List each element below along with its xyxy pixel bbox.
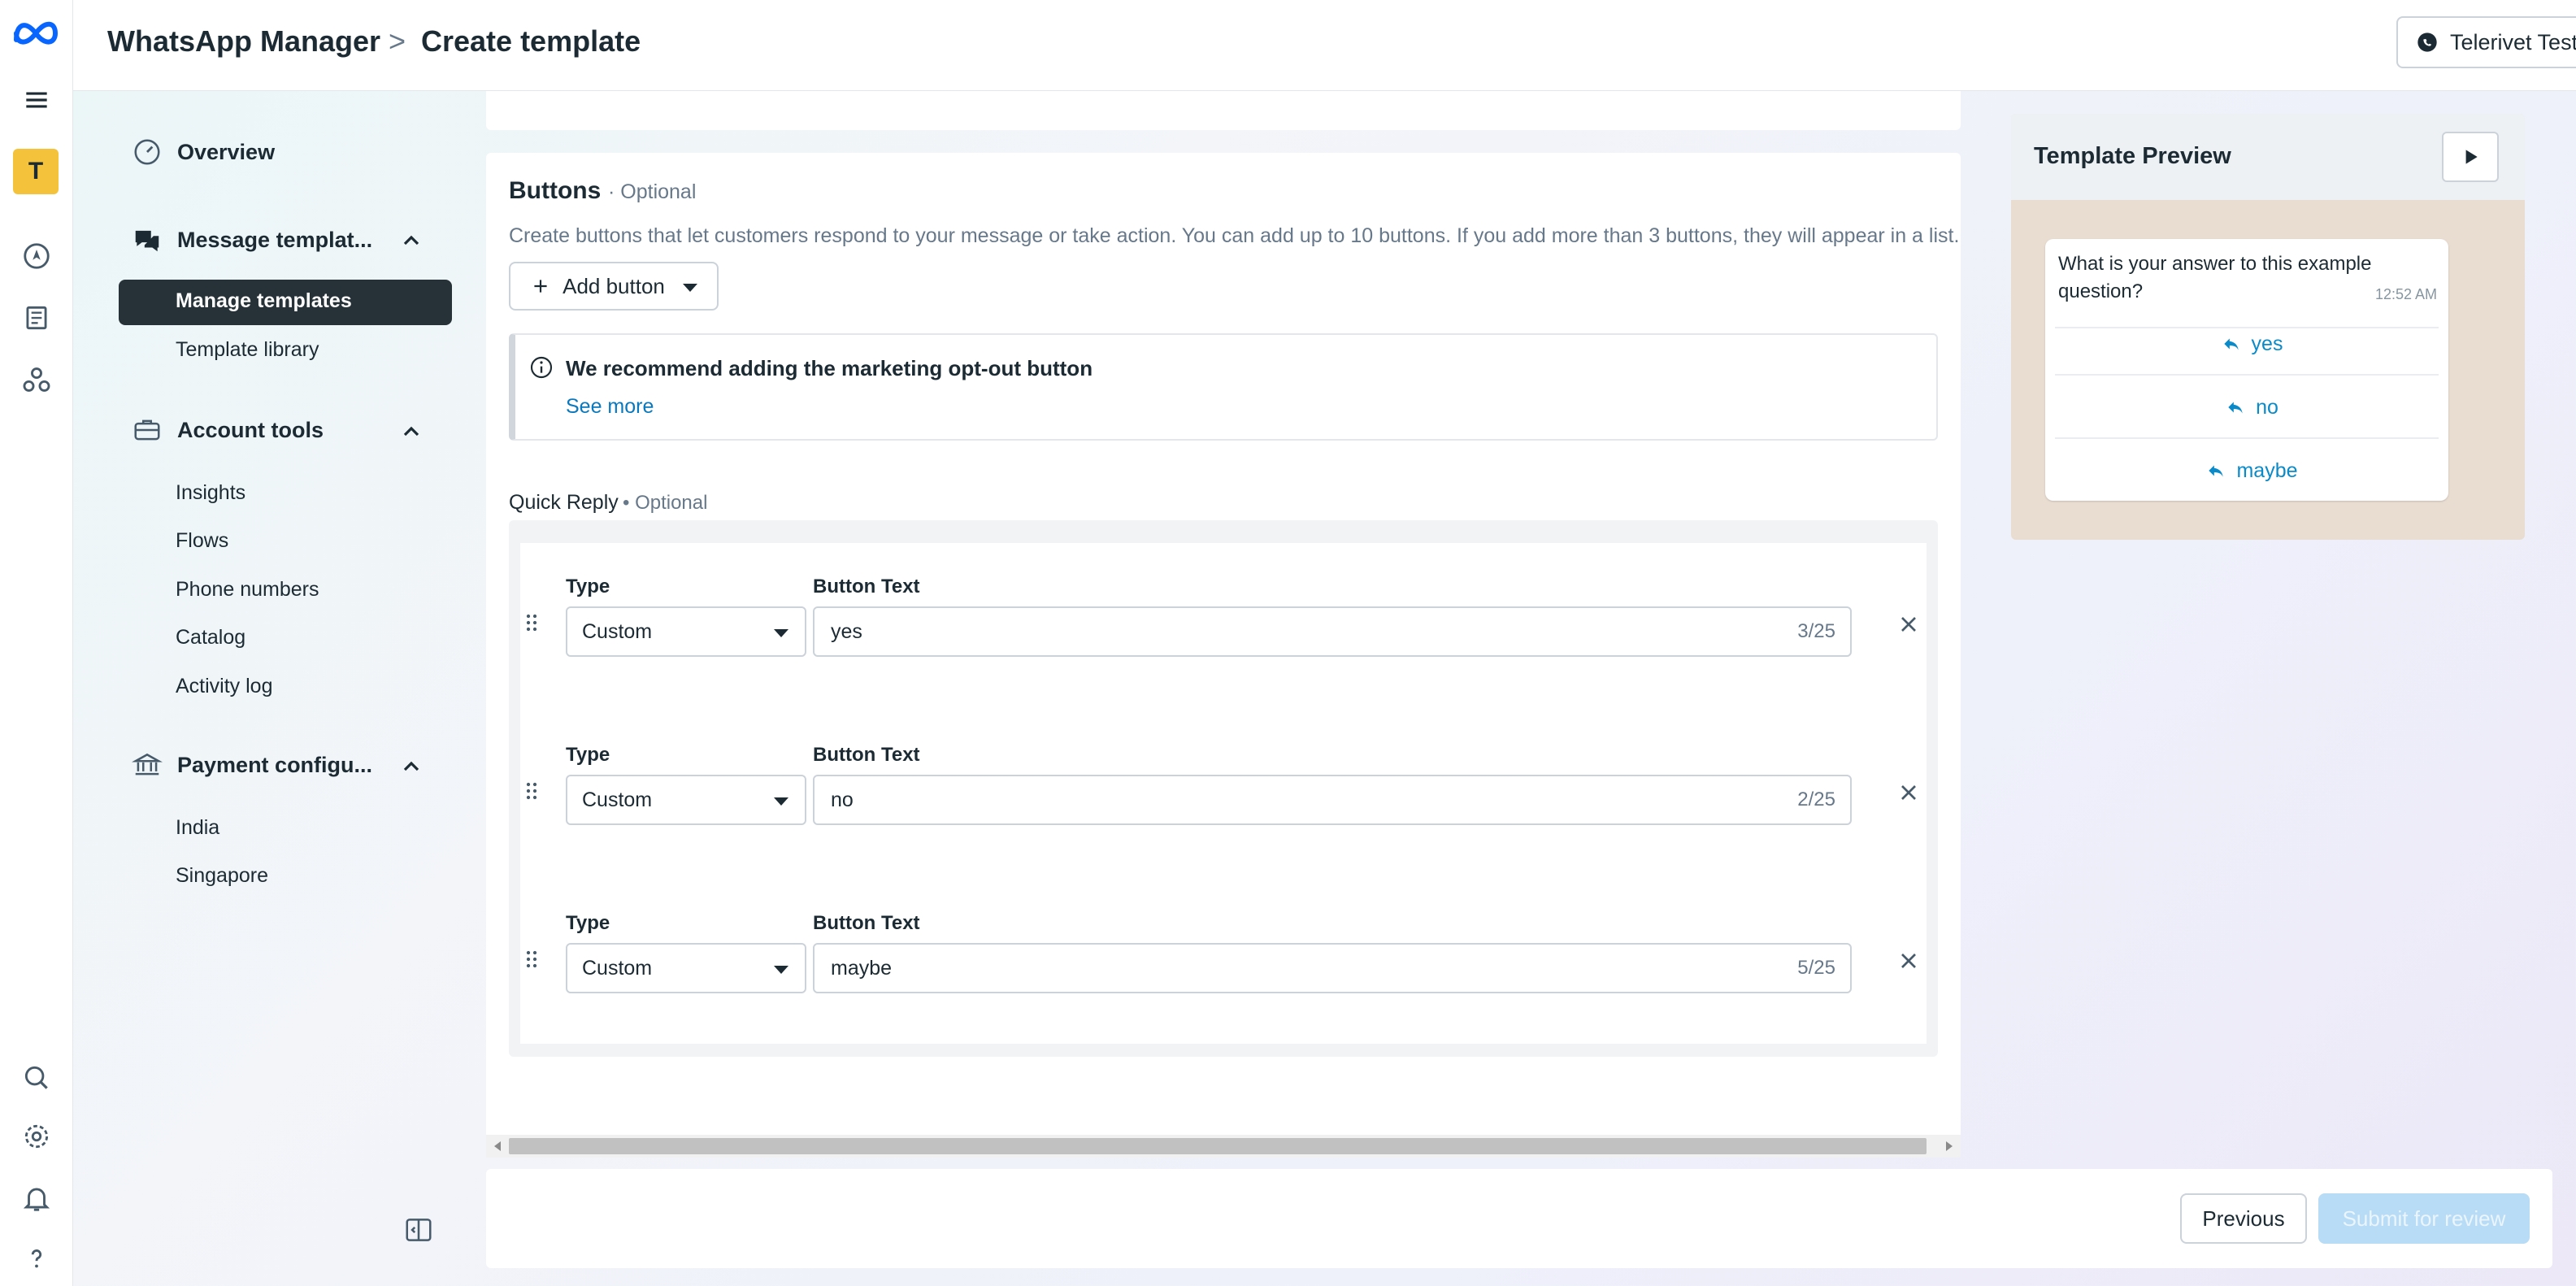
- button-text-input[interactable]: no 2/25: [813, 775, 1852, 825]
- play-icon: [2465, 150, 2478, 164]
- sidebar-section-payment-configuration[interactable]: Payment configu...: [130, 748, 372, 782]
- horizontal-scrollbar[interactable]: [486, 1135, 1961, 1158]
- buttons-description: Create buttons that let customers respon…: [509, 224, 1960, 247]
- drag-handle-icon[interactable]: [519, 778, 545, 804]
- chevron-down-icon: [774, 966, 788, 974]
- quick-reply-label: Quick Reply: [509, 491, 619, 514]
- divider: [2055, 437, 2439, 439]
- play-button[interactable]: [2442, 132, 2499, 182]
- reply-icon: [2223, 338, 2239, 350]
- chevron-down-icon: [774, 797, 788, 806]
- message-text: What is your answer to this example ques…: [2058, 253, 2372, 302]
- chevron-down-icon: [774, 629, 788, 637]
- type-select[interactable]: Custom: [566, 775, 806, 825]
- sidebar-item-overview[interactable]: Overview: [130, 135, 275, 169]
- chevron-up-icon[interactable]: [398, 419, 424, 445]
- type-select[interactable]: Custom: [566, 606, 806, 657]
- buttons-optional: · Optional: [608, 180, 697, 203]
- drag-handle-icon[interactable]: [519, 610, 545, 636]
- type-select[interactable]: Custom: [566, 943, 806, 993]
- sidebar-item-template-library[interactable]: Template library: [176, 338, 319, 362]
- button-text-label: Button Text: [813, 912, 920, 934]
- sidebar-item-singapore[interactable]: Singapore: [176, 864, 268, 888]
- briefcase-icon: [130, 413, 164, 447]
- footer-bar: Previous Submit for review: [486, 1169, 2552, 1268]
- char-counter: 5/25: [1797, 957, 1835, 979]
- sidebar-item-india[interactable]: India: [176, 816, 219, 840]
- account-selector[interactable]: Telerivet Test: [2396, 16, 2576, 68]
- breadcrumb-app[interactable]: WhatsApp Manager: [107, 24, 380, 59]
- preview-reply-button[interactable]: maybe: [2055, 442, 2448, 499]
- close-icon[interactable]: [1896, 611, 1922, 637]
- plus-icon: [534, 280, 547, 293]
- info-icon: [530, 356, 553, 379]
- chevron-up-icon[interactable]: [398, 754, 424, 780]
- type-label: Type: [566, 576, 610, 597]
- dashboard-icon: [130, 135, 164, 169]
- preview-title: Template Preview: [2034, 143, 2231, 169]
- char-counter: 3/25: [1797, 620, 1835, 642]
- sidebar-section-account-tools[interactable]: Account tools: [130, 413, 324, 447]
- scroll-right-icon[interactable]: [1946, 1141, 1953, 1151]
- button-text-input[interactable]: yes 3/25: [813, 606, 1852, 657]
- add-button[interactable]: Add button: [509, 262, 719, 311]
- preview-header: Template Preview: [2011, 114, 2525, 200]
- chevron-up-icon[interactable]: [398, 228, 424, 254]
- preview-reply-button[interactable]: no: [2055, 379, 2448, 436]
- close-icon[interactable]: [1896, 780, 1922, 806]
- buttons-panel: Buttons · Optional Create buttons that l…: [486, 153, 1961, 1158]
- chat-icon: [130, 223, 164, 257]
- previous-button[interactable]: Previous: [2180, 1193, 2307, 1244]
- top-header: WhatsApp Manager > Create template Teler…: [73, 0, 2576, 91]
- reply-icon: [2209, 465, 2224, 477]
- divider: [2055, 374, 2439, 376]
- breadcrumb-separator: >: [389, 24, 406, 58]
- sidebar-item-phone-numbers[interactable]: Phone numbers: [176, 578, 319, 602]
- whatsapp-icon: [2417, 33, 2437, 52]
- message-time: 12:52 AM: [2374, 286, 2437, 302]
- sidebar-item-label: Manage templates: [176, 289, 352, 312]
- sidebar-item-activity-log[interactable]: Activity log: [176, 675, 272, 698]
- preview-reply-button[interactable]: yes: [2055, 315, 2448, 372]
- bank-icon: [130, 748, 164, 782]
- sidebar-section-message-templates[interactable]: Message templat...: [130, 223, 372, 257]
- menu-icon[interactable]: [18, 81, 55, 119]
- left-rail: T: [0, 0, 73, 1286]
- drag-handle-icon[interactable]: [519, 946, 545, 972]
- avatar[interactable]: T: [13, 149, 59, 194]
- network-icon[interactable]: [18, 361, 55, 398]
- submit-for-review-button[interactable]: Submit for review: [2318, 1193, 2530, 1244]
- chevron-down-icon: [682, 284, 697, 292]
- search-icon[interactable]: [18, 1059, 55, 1097]
- page-title: Create template: [421, 24, 641, 58]
- sidebar-item-catalog[interactable]: Catalog: [176, 626, 245, 650]
- close-icon[interactable]: [1896, 948, 1922, 974]
- type-label: Type: [566, 912, 610, 934]
- help-icon[interactable]: [18, 1240, 55, 1277]
- previous-section-panel: [486, 91, 1961, 130]
- collapse-sidebar-icon[interactable]: [403, 1214, 434, 1245]
- button-text-label: Button Text: [813, 744, 920, 766]
- button-text-label: Button Text: [813, 576, 920, 597]
- quick-reply-optional: • Optional: [623, 492, 708, 514]
- buttons-title: Buttons: [509, 177, 602, 204]
- char-counter: 2/25: [1797, 789, 1835, 810]
- type-label: Type: [566, 744, 610, 766]
- scroll-left-icon[interactable]: [494, 1141, 501, 1151]
- meta-logo-icon[interactable]: [11, 13, 60, 50]
- see-more-link[interactable]: See more: [566, 395, 654, 419]
- button-text-input[interactable]: maybe 5/25: [813, 943, 1852, 993]
- sidebar-item-insights[interactable]: Insights: [176, 481, 245, 505]
- book-icon[interactable]: [18, 299, 55, 337]
- reply-icon: [2228, 402, 2243, 414]
- compass-icon[interactable]: [18, 237, 55, 275]
- scrollbar-thumb[interactable]: [509, 1138, 1927, 1154]
- bell-icon[interactable]: [18, 1180, 55, 1217]
- opt-out-notice: We recommend adding the marketing opt-ou…: [509, 333, 1938, 441]
- gear-icon[interactable]: [18, 1118, 55, 1155]
- sidebar-item-flows[interactable]: Flows: [176, 529, 228, 553]
- notice-title: We recommend adding the marketing opt-ou…: [566, 356, 1093, 380]
